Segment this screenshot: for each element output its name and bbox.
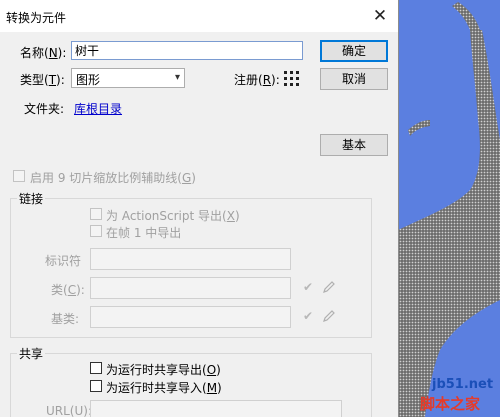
watermark-url: jb51.net — [432, 377, 494, 392]
convert-to-symbol-dialog: 转换为元件 ✕ 名称(N): 树干 类型(T): 图形 ▾ 注册(R): 文件夹… — [0, 0, 399, 417]
identifier-label: 标识符 — [45, 254, 82, 268]
base-class-field[interactable] — [90, 306, 291, 328]
url-label: URL(U): — [46, 404, 92, 417]
sharing-title: 共享 — [17, 345, 46, 362]
nine-slice-checkbox[interactable] — [13, 170, 25, 182]
nine-slice-label: 启用 9 切片缩放比例辅助线(G) — [30, 171, 196, 185]
dialog-title: 转换为元件 — [6, 11, 67, 25]
name-input[interactable]: 树干 — [71, 41, 303, 60]
class-label: 类(C): — [51, 283, 85, 297]
pencil-icon[interactable] — [322, 309, 336, 323]
chevron-down-icon: ▾ — [174, 72, 180, 83]
registration-label: 注册(R): — [234, 73, 280, 87]
watermark-name: 脚本之家 — [420, 395, 481, 413]
type-select[interactable]: 图形 ▾ — [71, 68, 185, 88]
folder-link[interactable]: 库根目录 — [74, 100, 122, 117]
checkmark-icon[interactable]: ✔ — [303, 309, 313, 323]
linkage-title: 链接 — [17, 190, 46, 207]
export-runtime-label: 为运行时共享导出(O) — [106, 363, 221, 377]
name-label: 名称(N): — [20, 46, 67, 60]
import-runtime-label: 为运行时共享导入(M) — [106, 381, 222, 395]
basic-button[interactable]: 基本 — [320, 134, 388, 156]
type-label: 类型(T): — [20, 73, 65, 87]
import-runtime-checkbox[interactable] — [90, 380, 102, 392]
url-field[interactable] — [90, 400, 342, 417]
type-select-value: 图形 — [76, 73, 101, 87]
export-runtime-checkbox[interactable] — [90, 362, 102, 374]
registration-grid-icon[interactable] — [284, 71, 300, 87]
class-field[interactable] — [90, 277, 291, 299]
identifier-field[interactable] — [90, 248, 291, 270]
folder-label: 文件夹: — [24, 102, 65, 116]
title-bar: 转换为元件 ✕ — [0, 0, 398, 32]
checkmark-icon[interactable]: ✔ — [303, 280, 313, 294]
export-frame1-label: 在帧 1 中导出 — [106, 226, 182, 240]
export-frame1-checkbox[interactable] — [90, 225, 102, 237]
ok-button[interactable]: 确定 — [320, 40, 388, 62]
export-actionscript-checkbox[interactable] — [90, 208, 102, 220]
base-class-label: 基类: — [51, 312, 80, 326]
close-icon[interactable]: ✕ — [366, 4, 394, 28]
cancel-button[interactable]: 取消 — [320, 68, 388, 90]
pencil-icon[interactable] — [322, 280, 336, 294]
export-actionscript-label: 为 ActionScript 导出(X) — [106, 209, 240, 223]
